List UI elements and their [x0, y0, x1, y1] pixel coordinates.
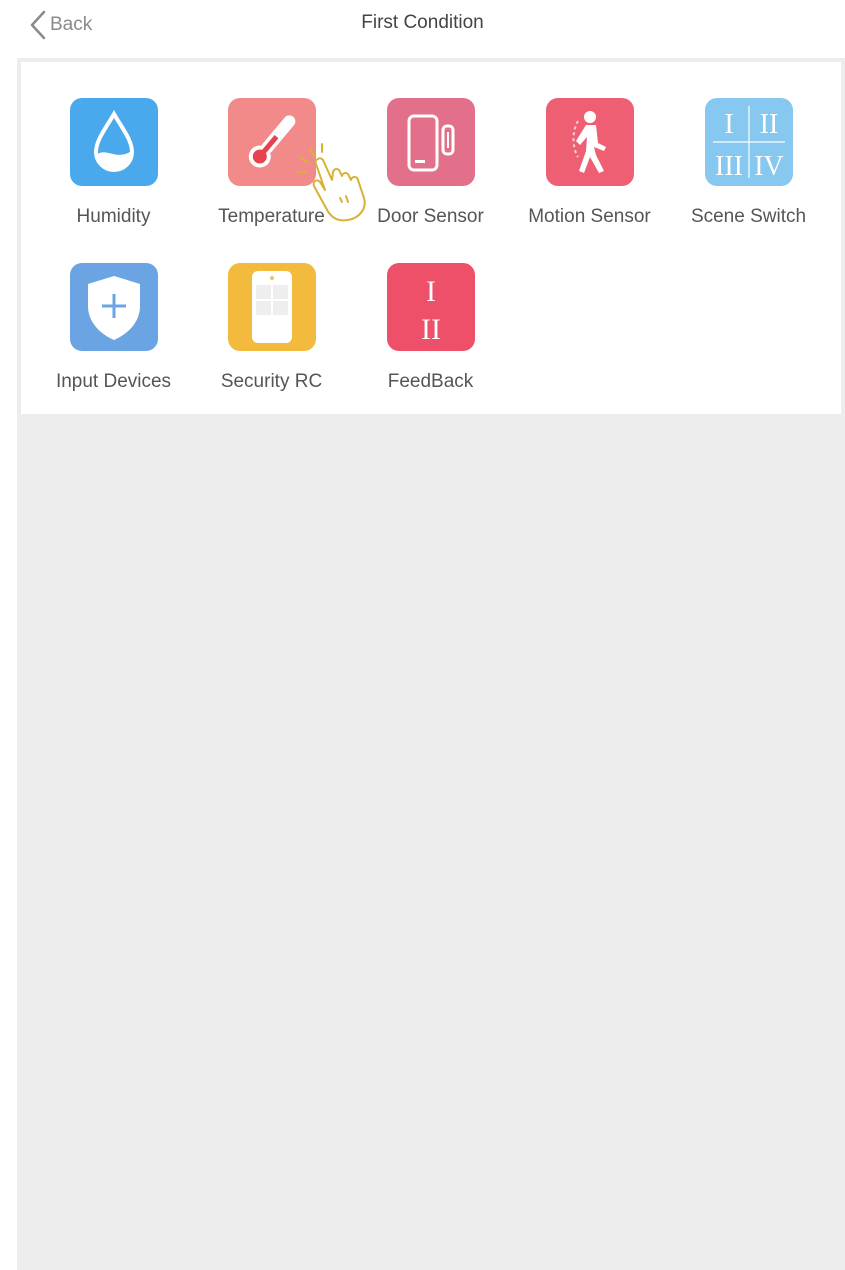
numeral-iv: IV	[754, 151, 784, 182]
tile-label: Temperature	[218, 206, 325, 227]
door-sensor-icon	[386, 98, 475, 186]
tile-motion-sensor[interactable]: Motion Sensor	[507, 98, 672, 248]
shield-plus-icon	[69, 263, 158, 351]
content-panel: Humidity Temperature Door Sensor Motion …	[17, 58, 845, 1270]
page-title: First Condition	[361, 12, 484, 33]
tile-security-rc[interactable]: Security RC	[189, 263, 354, 413]
condition-grid: Humidity Temperature Door Sensor Motion …	[21, 62, 841, 414]
top-bar: Back First Condition	[0, 0, 845, 50]
thermometer-icon	[227, 98, 316, 186]
water-drop-icon	[69, 98, 158, 186]
walking-person-icon	[545, 98, 634, 186]
tile-feedback[interactable]: I II FeedBack	[348, 263, 513, 413]
tile-label: Input Devices	[55, 371, 172, 392]
numeral-iii: III	[715, 151, 743, 182]
numeral-i: I	[426, 275, 436, 308]
tile-label: Humidity	[76, 206, 151, 227]
tile-scene-switch[interactable]: I II III IV Scene Switch	[666, 98, 831, 248]
tile-label: Motion Sensor	[528, 206, 651, 227]
tile-label: Scene Switch	[690, 206, 807, 227]
numeral-ii: II	[421, 313, 441, 346]
roman-numerals-icon: I II	[386, 263, 475, 351]
tile-label: Security RC	[220, 371, 323, 392]
tile-label: Door Sensor	[377, 206, 484, 227]
remote-control-icon	[227, 263, 316, 351]
roman-numerals-grid-icon: I II III IV	[704, 98, 793, 186]
numeral-i: I	[724, 109, 733, 140]
tile-input-devices[interactable]: Input Devices	[31, 263, 196, 413]
tile-temperature[interactable]: Temperature	[189, 98, 354, 248]
tile-door-sensor[interactable]: Door Sensor	[348, 98, 513, 248]
tile-label: FeedBack	[387, 371, 474, 392]
tile-humidity[interactable]: Humidity	[31, 98, 196, 248]
numeral-ii: II	[759, 109, 778, 140]
